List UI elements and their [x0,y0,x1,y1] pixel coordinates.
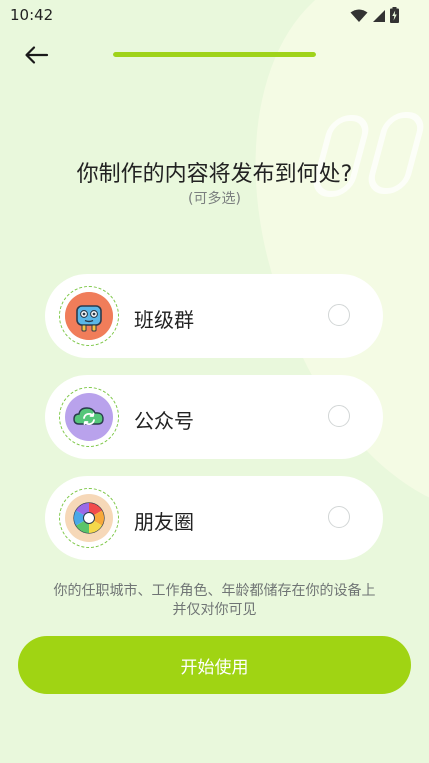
back-button[interactable] [20,40,54,70]
page-subtitle: (可多选) [188,191,241,207]
page-title: 你制作的内容将发布到何处? [76,162,353,187]
official-account-cloud-icon [65,393,113,441]
class-group-robot-icon [65,292,113,340]
option-radio[interactable] [328,405,350,427]
status-time: 10:42 [10,6,54,24]
option-official-account[interactable]: 公众号 [45,375,383,459]
wifi-icon [350,8,368,27]
progress-bar [113,52,316,57]
status-icons [350,7,399,27]
battery-charging-icon [390,7,399,27]
option-radio[interactable] [328,506,350,528]
option-class-group[interactable]: 班级群 [45,274,383,358]
option-label: 公众号 [134,409,194,433]
arrow-left-icon [20,46,54,74]
moments-aperture-icon [65,494,113,542]
privacy-note: 你的任职城市、工作角色、年龄都储存在你的设备上并仅对你可见 [53,583,376,618]
cellular-signal-icon [372,8,386,27]
option-icon-frame [59,387,119,447]
status-bar: 10:42 [0,0,429,30]
option-icon-frame [59,286,119,346]
option-moments[interactable]: 朋友圈 [45,476,383,560]
option-radio[interactable] [328,304,350,326]
progress-fill [113,52,316,57]
option-label: 班级群 [134,308,194,332]
option-label: 朋友圈 [134,510,194,534]
option-icon-frame [59,488,119,548]
start-button[interactable]: 开始使用 [18,636,411,694]
